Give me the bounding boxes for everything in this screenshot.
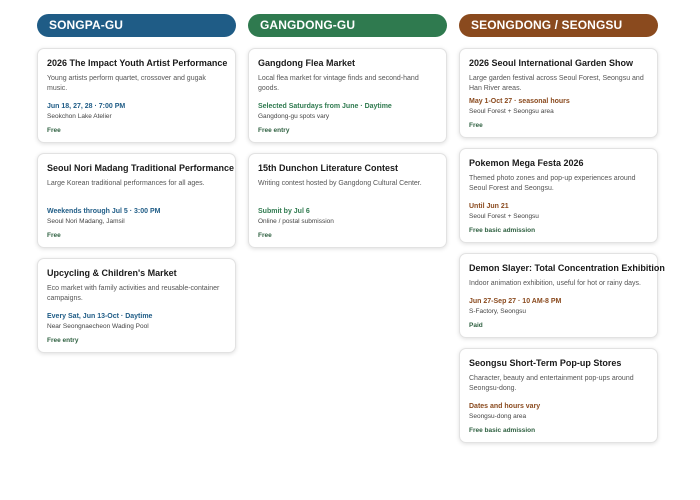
event-description: Local flea market for vintage finds and … (258, 75, 419, 92)
event-card[interactable]: Pokemon Mega Festa 2026 Themed photo zon… (459, 148, 658, 243)
event-location: Seoul Forest + Seongsu (469, 213, 539, 220)
event-date: Jun 18, 27, 28 · 7:00 PM (47, 103, 126, 110)
event-description: Themed photo zones and pop-up experience… (469, 175, 636, 192)
event-location: Seokchon Lake Atelier (47, 113, 112, 120)
event-description: Large garden festival across Seoul Fores… (469, 75, 644, 92)
event-location: Online / postal submission (258, 218, 334, 225)
event-date: May 1-Oct 27 · seasonal hours (469, 98, 570, 105)
event-location: Seoul Nori Madang, Jamsil (47, 218, 125, 225)
event-price: Free (47, 232, 61, 239)
event-title: Upcycling & Children's Market (47, 268, 177, 278)
event-location: Near Seongnaecheon Wading Pool (47, 323, 149, 330)
event-title: 2026 The Impact Youth Artist Performance (47, 58, 228, 68)
event-description: Eco market with family activities and re… (47, 285, 220, 302)
column-header-seongdong: SEONGDONG / SEONGSU (459, 14, 658, 37)
event-date: Selected Saturdays from June · Daytime (258, 103, 392, 110)
event-price: Free (258, 232, 272, 239)
event-card[interactable]: Upcycling & Children's Market Eco market… (37, 258, 236, 353)
column-songpa: SONGPA-GU 2026 The Impact Youth Artist P… (37, 14, 236, 363)
event-card[interactable]: 2026 Seoul International Garden Show Lar… (459, 48, 658, 138)
column-gangdong: GANGDONG-GU Gangdong Flea Market Local f… (248, 14, 447, 258)
event-location: Seongsu-dong area (469, 413, 527, 420)
column-header-songpa: SONGPA-GU (37, 14, 236, 37)
event-card[interactable]: Seoul Nori Madang Traditional Performanc… (37, 153, 236, 248)
event-card[interactable]: Seongsu Short-Term Pop-up Stores Charact… (459, 348, 658, 443)
event-title: 15th Dunchon Literature Contest (258, 163, 399, 173)
event-price: Paid (469, 322, 483, 329)
event-price: Free basic admission (469, 427, 536, 434)
event-price: Free (47, 127, 61, 134)
event-location: S-Factory, Seongsu (469, 308, 526, 315)
event-description: Large Korean traditional performances fo… (47, 180, 205, 187)
event-description: Writing contest hosted by Gangdong Cultu… (258, 180, 422, 187)
event-title: Demon Slayer: Total Concentration Exhibi… (469, 263, 665, 273)
event-description: Indoor animation exhibition, useful for … (469, 280, 641, 287)
event-date: Weekends through Jul 5 · 3:00 PM (47, 208, 161, 215)
column-seongdong: SEONGDONG / SEONGSU 2026 Seoul Internati… (459, 14, 665, 453)
event-location: Gangdong-gu spots vary (258, 113, 330, 120)
column-header-gangdong: GANGDONG-GU (248, 14, 447, 37)
event-card[interactable]: Gangdong Flea Market Local flea market f… (248, 48, 447, 143)
event-price: Free basic admission (469, 227, 536, 234)
event-price: Free entry (258, 127, 290, 134)
event-date: Dates and hours vary (469, 403, 541, 410)
event-date: Submit by Jul 6 (258, 208, 310, 215)
event-title: Seongsu Short-Term Pop-up Stores (469, 358, 622, 368)
event-title: Seoul Nori Madang Traditional Performanc… (47, 163, 235, 173)
event-title: Pokemon Mega Festa 2026 (469, 158, 584, 168)
event-date: Every Sat, Jun 13-Oct · Daytime (47, 313, 153, 320)
event-date: Jun 27-Sep 27 · 10 AM-8 PM (469, 298, 562, 305)
event-price: Free (469, 122, 483, 129)
event-location: Seoul Forest + Seongsu area (469, 108, 554, 115)
event-card[interactable]: Demon Slayer: Total Concentration Exhibi… (459, 253, 665, 338)
event-price: Free entry (47, 337, 79, 344)
event-date: Until Jun 21 (469, 203, 509, 210)
event-title: 2026 Seoul International Garden Show (469, 58, 634, 68)
event-title: Gangdong Flea Market (258, 58, 356, 68)
event-card[interactable]: 15th Dunchon Literature Contest Writing … (248, 153, 447, 248)
event-card[interactable]: 2026 The Impact Youth Artist Performance… (37, 48, 236, 143)
event-description: Character, beauty and entertainment pop-… (469, 375, 634, 392)
event-description: Young artists perform quartet, crossover… (47, 75, 206, 92)
